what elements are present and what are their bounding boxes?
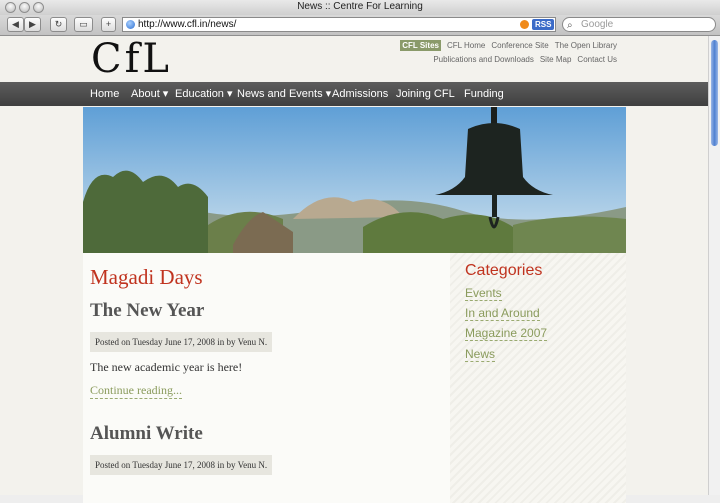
nav-item-about[interactable]: About ▾ <box>131 82 168 106</box>
address-bar[interactable]: http://www.cfl.in/news/ RSS <box>122 17 556 32</box>
top-link-contact-us[interactable]: Contact Us <box>577 55 617 64</box>
category-link-news[interactable]: News <box>465 347 496 362</box>
bookmarks-button[interactable]: ▭ <box>74 17 93 32</box>
feed-icon <box>520 20 529 29</box>
categories-heading: Categories <box>465 262 543 279</box>
category-link-events[interactable]: Events <box>465 286 502 301</box>
search-icon: ⌕ <box>567 20 573 31</box>
dropdown-arrow-icon: ▾ <box>322 88 332 100</box>
back-button[interactable]: ◀ <box>7 17 24 32</box>
search-field[interactable]: ⌕ Google <box>562 17 716 32</box>
top-link-publications[interactable]: Publications and Downloads <box>433 55 534 64</box>
post-title-link[interactable]: Alumni Write <box>90 423 203 445</box>
nav-item-joining-cfl[interactable]: Joining CFL <box>396 82 455 106</box>
nav-item-funding[interactable]: Funding <box>464 82 504 106</box>
content-area: Magadi Days The New Year Posted on Tuesd… <box>83 253 626 503</box>
window-title: News :: Centre For Learning <box>297 1 423 12</box>
scrollbar-thumb[interactable] <box>711 40 718 146</box>
main-nav: Home About ▾ Education ▾ News and Events… <box>0 82 708 106</box>
page-scrollbar[interactable] <box>708 36 720 495</box>
top-link-site-map[interactable]: Site Map <box>540 55 572 64</box>
section-title: Magadi Days <box>90 265 203 289</box>
nav-item-admissions[interactable]: Admissions <box>332 82 388 106</box>
browser-toolbar: ◀ ▶ ↻ ▭ + http://www.cfl.in/news/ RSS ⌕ … <box>0 15 720 36</box>
post-meta: Posted on Tuesday June 17, 2008 in by Ve… <box>90 455 273 475</box>
category-link-in-and-around[interactable]: In and Around <box>465 306 540 321</box>
top-link-cfl-sites[interactable]: CFL Sites <box>400 40 441 51</box>
rss-button[interactable]: RSS <box>532 19 555 30</box>
add-bookmark-button[interactable]: + <box>101 17 116 32</box>
top-link-open-library[interactable]: The Open Library <box>555 41 617 50</box>
search-placeholder: Google <box>581 19 614 30</box>
post-excerpt: The new academic year is here! <box>90 360 243 374</box>
post-meta: Posted on Tuesday June 17, 2008 in by Ve… <box>90 332 273 352</box>
reload-button[interactable]: ↻ <box>50 17 67 32</box>
nav-item-home[interactable]: Home <box>90 82 119 106</box>
forward-button[interactable]: ▶ <box>24 17 41 32</box>
globe-icon <box>126 20 135 29</box>
dropdown-arrow-icon: ▾ <box>159 88 169 100</box>
site-logo[interactable]: CfL <box>91 36 172 82</box>
top-links: CFL Sites CFL Home Conference Site The Open… <box>357 39 617 67</box>
window-titlebar: News :: Centre For Learning <box>0 0 720 16</box>
nav-item-news-and-events[interactable]: News and Events ▾ <box>237 82 331 106</box>
top-link-conference-site[interactable]: Conference Site <box>491 41 548 50</box>
dropdown-arrow-icon: ▾ <box>223 88 233 100</box>
post-title-link[interactable]: The New Year <box>90 300 204 322</box>
hero-banner-image <box>83 107 626 253</box>
top-link-cfl-home[interactable]: CFL Home <box>447 41 485 50</box>
category-link-magazine-2007[interactable]: Magazine 2007 <box>465 326 548 341</box>
nav-item-education[interactable]: Education ▾ <box>175 82 233 106</box>
continue-reading-link[interactable]: Continue reading... <box>90 383 182 399</box>
address-url[interactable]: http://www.cfl.in/news/ <box>138 18 236 31</box>
